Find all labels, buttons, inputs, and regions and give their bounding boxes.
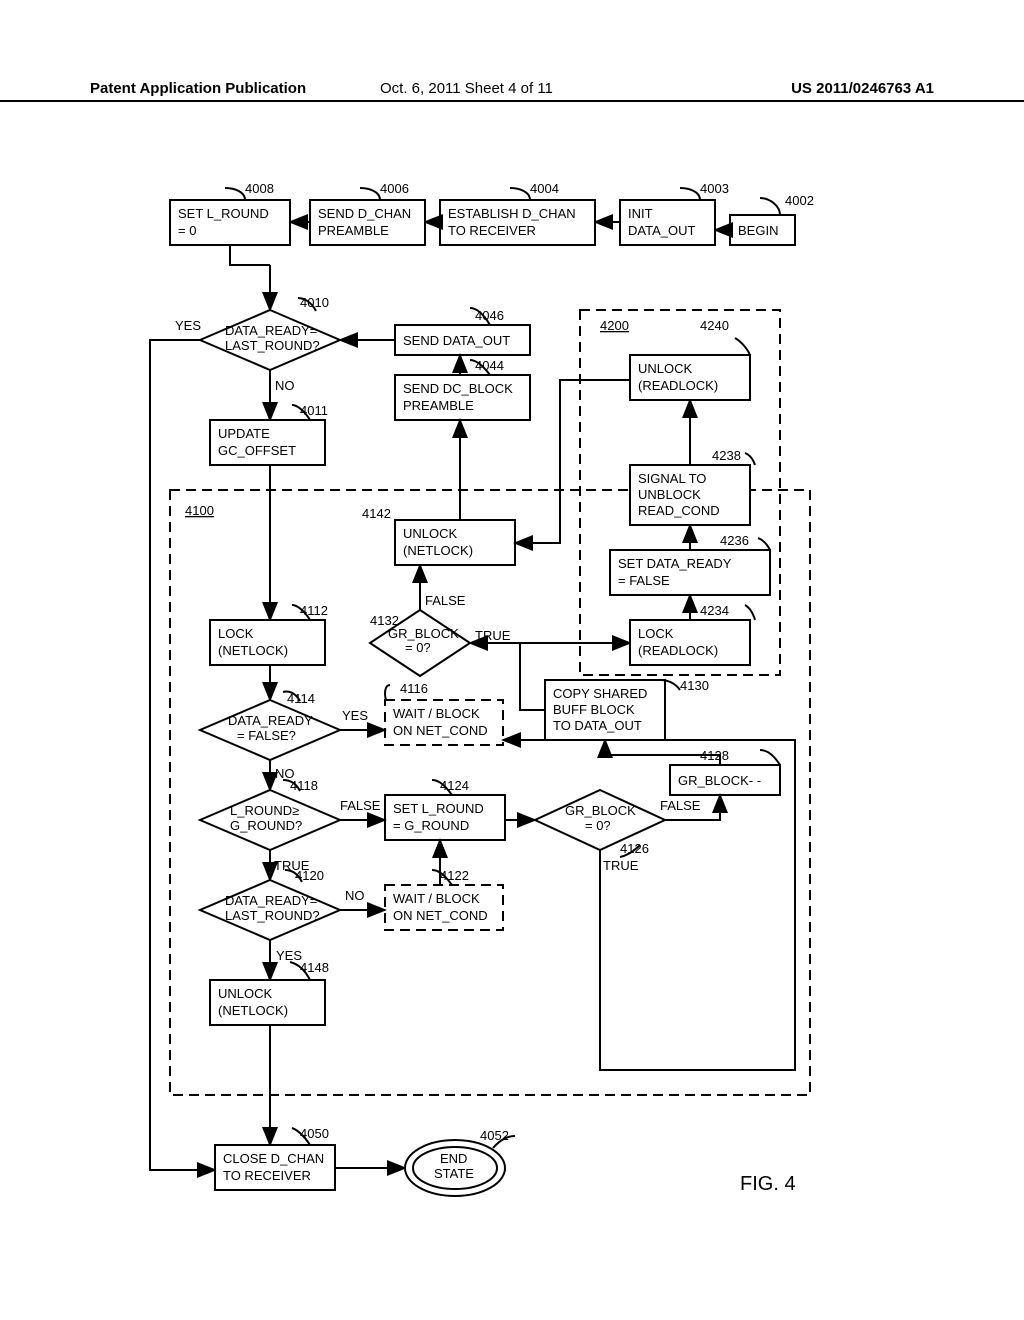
svg-text:WAIT / BLOCK: WAIT / BLOCK <box>393 706 480 721</box>
svg-text:TRUE: TRUE <box>603 858 639 873</box>
svg-text:TRUE: TRUE <box>475 628 511 643</box>
ref-4236: 4236 <box>720 533 749 548</box>
ref-4008: 4008 <box>245 181 274 196</box>
svg-text:CLOSE D_CHAN: CLOSE D_CHAN <box>223 1151 324 1166</box>
svg-text:COPY SHARED: COPY SHARED <box>553 686 647 701</box>
svg-text:DATA_READY=: DATA_READY= <box>225 323 317 338</box>
svg-text:NO: NO <box>345 888 365 903</box>
ref-4046: 4046 <box>475 308 504 323</box>
ref-4200: 4200 <box>600 318 629 333</box>
svg-text:GR_BLOCK: GR_BLOCK <box>565 803 636 818</box>
svg-text:(NETLOCK): (NETLOCK) <box>218 643 288 658</box>
svg-text:LAST_ROUND?: LAST_ROUND? <box>225 338 320 353</box>
svg-text:LOCK: LOCK <box>218 626 254 641</box>
svg-text:= FALSE: = FALSE <box>618 573 670 588</box>
svg-text:STATE: STATE <box>434 1166 474 1181</box>
svg-text:SET L_ROUND: SET L_ROUND <box>393 801 484 816</box>
svg-text:(READLOCK): (READLOCK) <box>638 378 718 393</box>
svg-text:UNLOCK: UNLOCK <box>218 986 273 1001</box>
svg-text:TO RECEIVER: TO RECEIVER <box>223 1168 311 1183</box>
svg-text:FALSE: FALSE <box>660 798 701 813</box>
svg-text:(NETLOCK): (NETLOCK) <box>218 1003 288 1018</box>
svg-text:FALSE: FALSE <box>340 798 381 813</box>
svg-text:= 0: = 0 <box>178 223 196 238</box>
svg-text:NO: NO <box>275 378 295 393</box>
ref-4130: 4130 <box>680 678 709 693</box>
ref-4050: 4050 <box>300 1126 329 1141</box>
svg-text:SET L_ROUND: SET L_ROUND <box>178 206 269 221</box>
svg-text:UNLOCK: UNLOCK <box>403 526 458 541</box>
svg-text:BUFF BLOCK: BUFF BLOCK <box>553 702 635 717</box>
svg-text:WAIT / BLOCK: WAIT / BLOCK <box>393 891 480 906</box>
svg-text:END: END <box>440 1151 467 1166</box>
svg-text:(READLOCK): (READLOCK) <box>638 643 718 658</box>
svg-text:UNLOCK: UNLOCK <box>638 361 693 376</box>
svg-text:DATA_OUT: DATA_OUT <box>628 223 695 238</box>
svg-text:ON NET_COND: ON NET_COND <box>393 723 488 738</box>
svg-text:YES: YES <box>342 708 368 723</box>
ref-4240: 4240 <box>700 318 729 333</box>
begin: BEGIN <box>738 223 778 238</box>
svg-text:PREAMBLE: PREAMBLE <box>318 223 389 238</box>
svg-text:GR_BLOCK- -: GR_BLOCK- - <box>678 773 761 788</box>
svg-text:SIGNAL TO: SIGNAL TO <box>638 471 706 486</box>
svg-text:LAST_ROUND?: LAST_ROUND? <box>225 908 320 923</box>
svg-text:= 0?: = 0? <box>585 818 611 833</box>
ref-4006: 4006 <box>380 181 409 196</box>
ref-4132: 4132 <box>370 613 399 628</box>
ref-4003: 4003 <box>700 181 729 196</box>
flowchart: BEGIN 4002 INIT DATA_OUT 4003 ESTABLISH … <box>0 180 1024 1280</box>
ref-4100: 4100 <box>185 503 214 518</box>
svg-text:SEND DC_BLOCK: SEND DC_BLOCK <box>403 381 513 396</box>
ref-4011: 4011 <box>300 403 328 418</box>
svg-text:DATA_READY: DATA_READY <box>228 713 313 728</box>
svg-text:TO RECEIVER: TO RECEIVER <box>448 223 536 238</box>
svg-text:= G_ROUND: = G_ROUND <box>393 818 469 833</box>
ref-4052: 4052 <box>480 1128 509 1143</box>
svg-text:PREAMBLE: PREAMBLE <box>403 398 474 413</box>
svg-text:UPDATE: UPDATE <box>218 426 270 441</box>
ref-4004: 4004 <box>530 181 559 196</box>
svg-text:DATA_READY=: DATA_READY= <box>225 893 317 908</box>
svg-text:READ_COND: READ_COND <box>638 503 720 518</box>
svg-text:= 0?: = 0? <box>405 640 431 655</box>
header-left: Patent Application Publication <box>90 80 306 97</box>
svg-text:INIT: INIT <box>628 206 653 221</box>
figure-label: FIG. 4 <box>740 1173 796 1195</box>
svg-text:(NETLOCK): (NETLOCK) <box>403 543 473 558</box>
svg-text:YES: YES <box>276 948 302 963</box>
ref-4118: 4118 <box>290 778 318 793</box>
svg-text:YES: YES <box>175 318 201 333</box>
ref-4234: 4234 <box>700 603 729 618</box>
svg-text:SET DATA_READY: SET DATA_READY <box>618 556 732 571</box>
page-header: Patent Application Publication Oct. 6, 2… <box>0 80 1024 102</box>
ref-4044: 4044 <box>475 358 504 373</box>
ref-4238: 4238 <box>712 448 741 463</box>
header-mid: Oct. 6, 2011 Sheet 4 of 11 <box>380 80 553 97</box>
ref-4002: 4002 <box>785 193 814 208</box>
svg-text:LOCK: LOCK <box>638 626 674 641</box>
svg-text:TO DATA_OUT: TO DATA_OUT <box>553 718 642 733</box>
svg-text:FALSE: FALSE <box>425 593 466 608</box>
svg-text:ESTABLISH D_CHAN: ESTABLISH D_CHAN <box>448 206 576 221</box>
svg-text:UNBLOCK: UNBLOCK <box>638 487 701 502</box>
svg-text:ON NET_COND: ON NET_COND <box>393 908 488 923</box>
svg-text:= FALSE?: = FALSE? <box>237 728 296 743</box>
svg-text:G_ROUND?: G_ROUND? <box>230 818 302 833</box>
ref-4120: 4120 <box>295 868 324 883</box>
svg-text:GC_OFFSET: GC_OFFSET <box>218 443 296 458</box>
svg-text:GR_BLOCK: GR_BLOCK <box>388 626 459 641</box>
ref-4116: 4116 <box>400 681 428 696</box>
svg-text:SEND DATA_OUT: SEND DATA_OUT <box>403 333 510 348</box>
ref-4126: 4126 <box>620 841 649 856</box>
ref-4142: 4142 <box>362 506 391 521</box>
ref-4112: 4112 <box>300 603 328 618</box>
svg-text:L_ROUND≥: L_ROUND≥ <box>230 803 299 818</box>
header-right: US 2011/0246763 A1 <box>791 80 934 97</box>
svg-text:SEND D_CHAN: SEND D_CHAN <box>318 206 411 221</box>
